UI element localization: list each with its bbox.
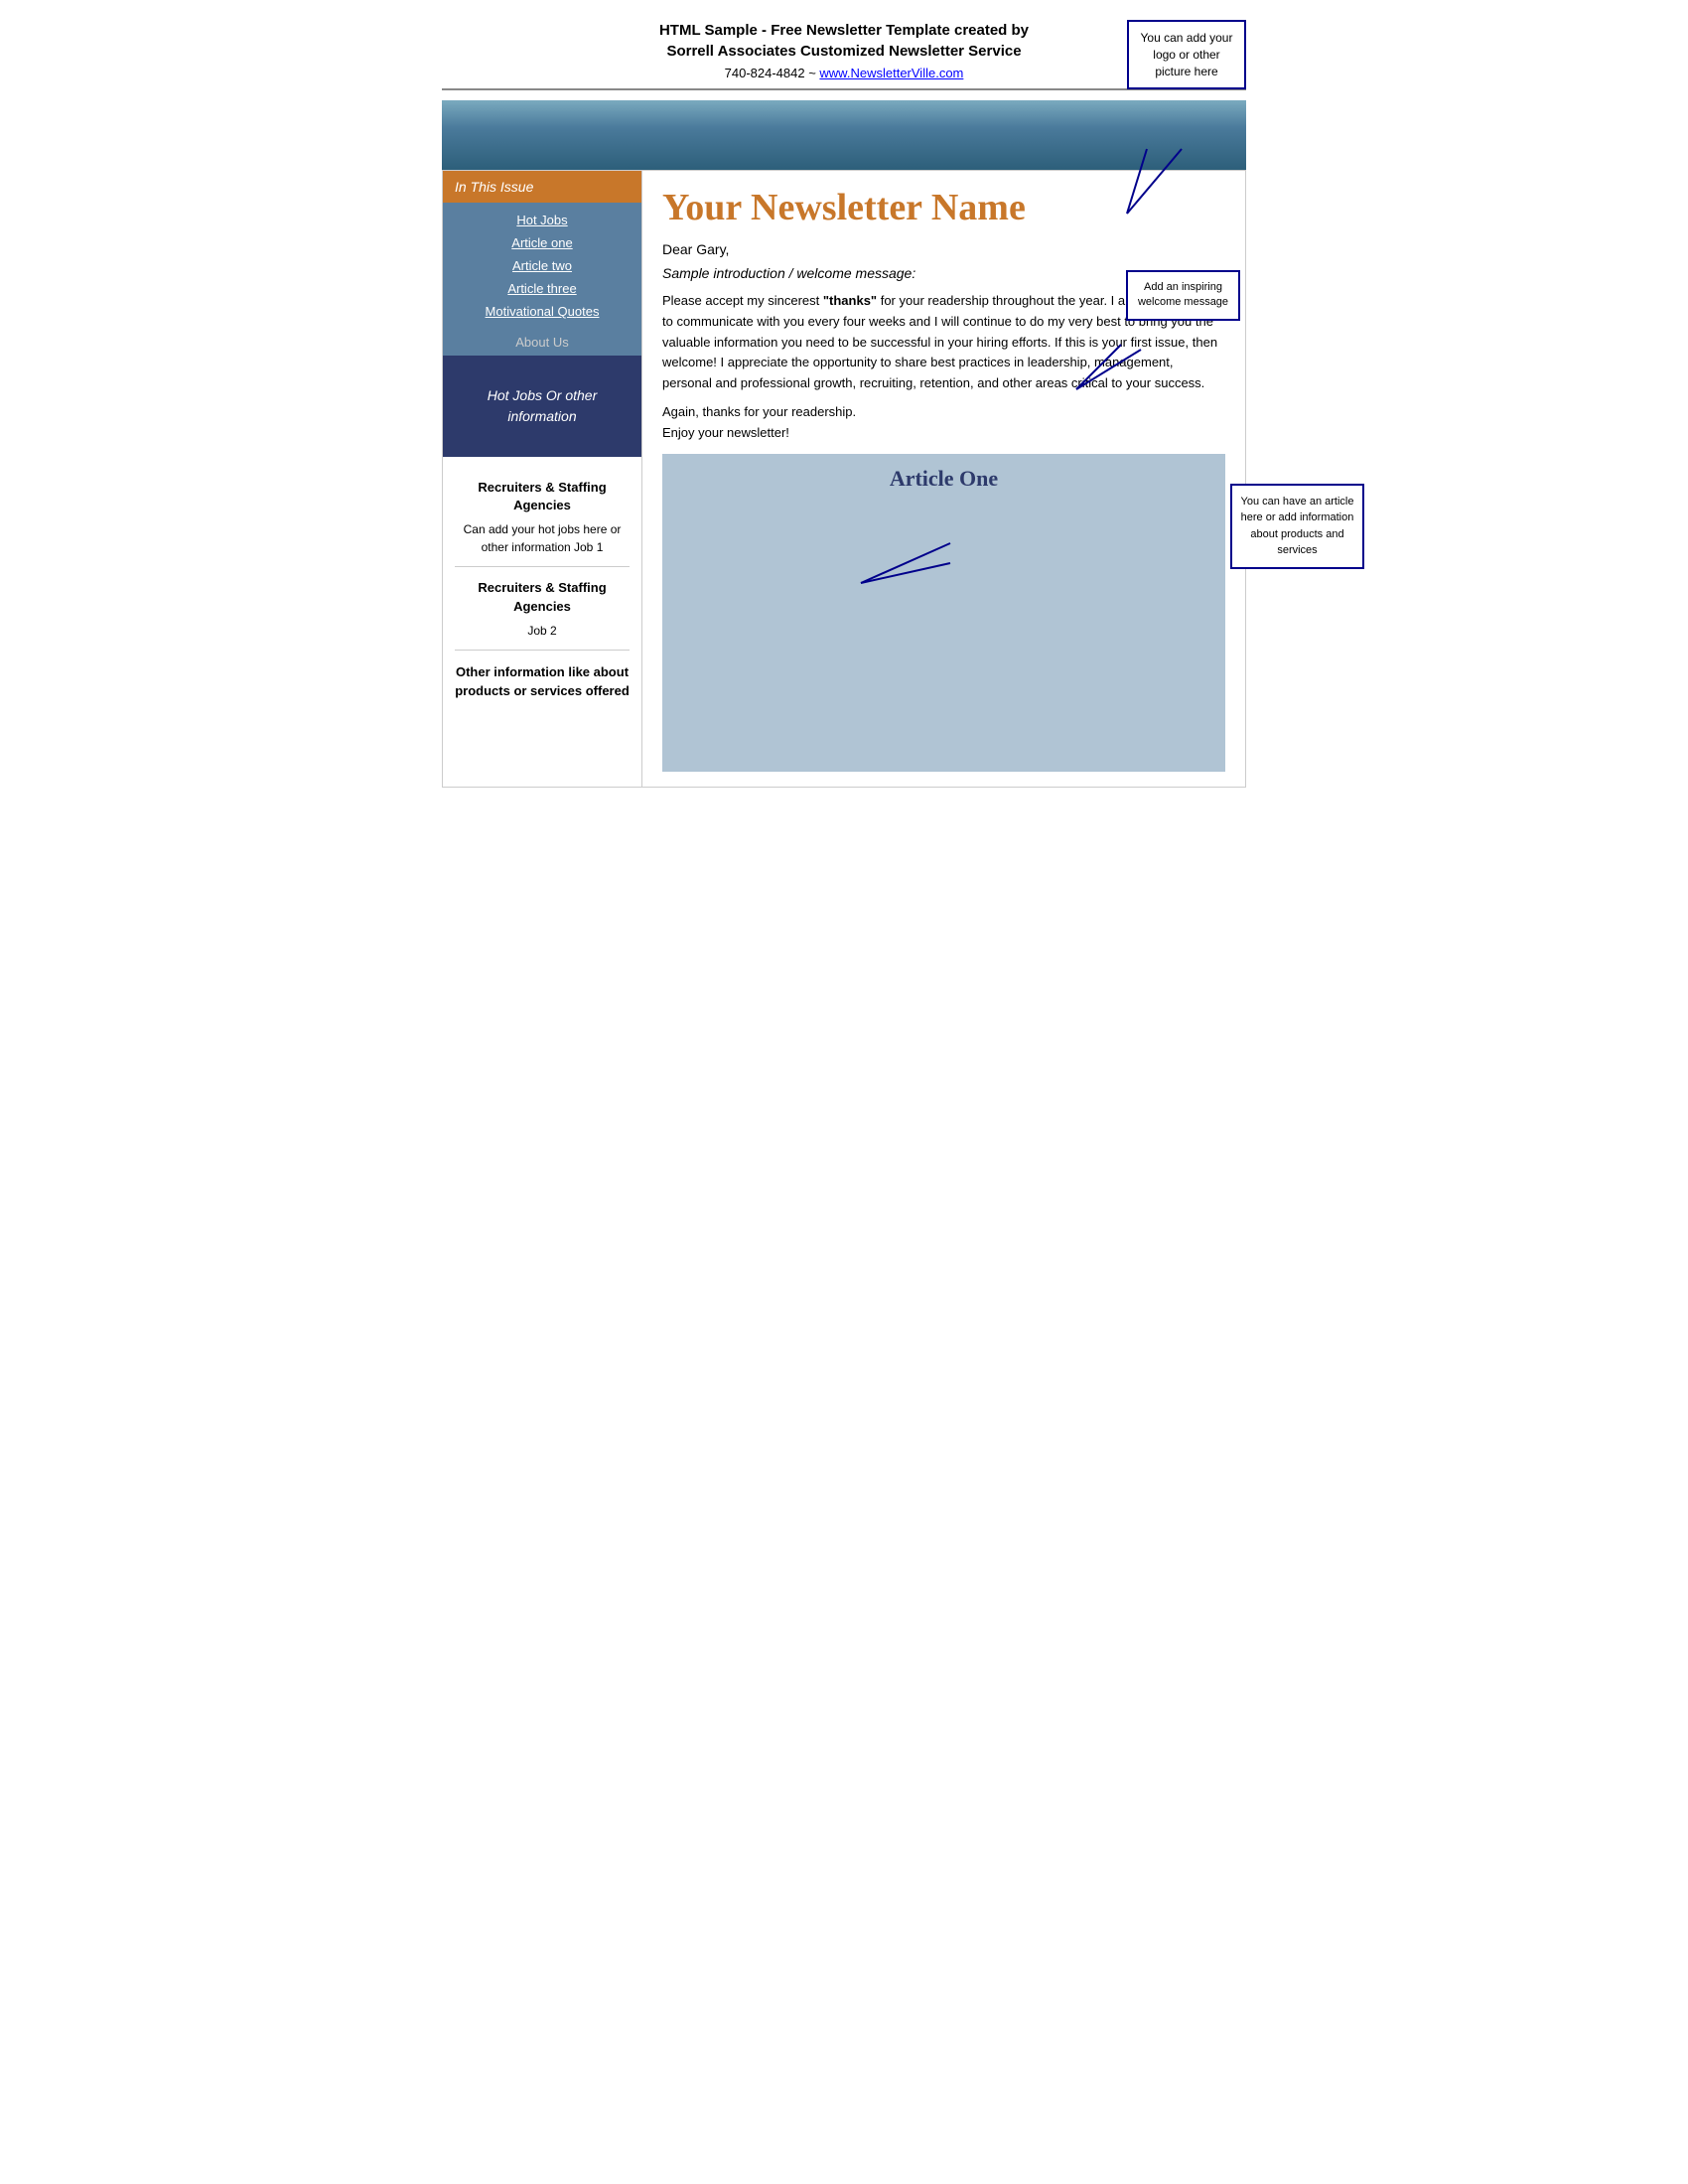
greeting: Dear Gary,: [662, 241, 1225, 257]
header-line1: HTML Sample - Free Newsletter Template c…: [659, 22, 1029, 39]
main-layout: In This Issue Hot Jobs Article one Artic…: [442, 170, 1246, 788]
sidebar-content: Recruiters & Staffing Agencies Can add y…: [443, 457, 641, 723]
thanks-bold: "thanks": [823, 293, 877, 308]
welcome-arrow: [1066, 345, 1146, 394]
welcome-callout-text: Add an inspiring welcome message: [1138, 281, 1228, 308]
article-content-arrow: [841, 533, 960, 593]
article-callout-box: You can have an article here or add info…: [1230, 484, 1364, 569]
main-content-area: Add an inspiring welcome message Your Ne…: [641, 171, 1245, 787]
logo-callout-text: You can add your logo or other picture h…: [1141, 31, 1233, 78]
welcome-callout-box: Add an inspiring welcome message: [1126, 270, 1240, 321]
sidebar-item-motivational-quotes[interactable]: Motivational Quotes: [443, 300, 641, 323]
enjoy-text: Enjoy your newsletter!: [662, 425, 1225, 440]
newsletter-name: Your Newsletter Name: [662, 186, 1225, 229]
sidebar-item-hot-jobs[interactable]: Hot Jobs: [443, 209, 641, 231]
sidebar-item-article-two[interactable]: Article two: [443, 254, 641, 277]
sidebar-other-info: Other information like about products or…: [455, 662, 630, 701]
article-one-title: Article One: [674, 466, 1213, 492]
sidebar-recruiters-1: Recruiters & Staffing Agencies: [455, 479, 630, 514]
sidebar-recruiters-2: Recruiters & Staffing Agencies: [455, 579, 630, 615]
sidebar-divider-1: [455, 566, 630, 567]
sidebar-item-article-three[interactable]: Article three: [443, 277, 641, 300]
header-title: HTML Sample - Free Newsletter Template c…: [442, 20, 1246, 62]
sidebar: In This Issue Hot Jobs Article one Artic…: [443, 171, 641, 787]
article-callout-text: You can have an article here or add info…: [1241, 496, 1354, 557]
sidebar-about-us: About Us: [443, 329, 641, 356]
header-divider: [442, 88, 1246, 90]
header-line2: Sorrell Associates Customized Newsletter…: [666, 43, 1021, 60]
logo-callout-box: You can add your logo or other picture h…: [1127, 20, 1246, 89]
header-contact: 740-824-4842 ~ www.NewsletterVille.com: [442, 66, 1246, 80]
sidebar-jobs-text: Can add your hot jobs here or other info…: [455, 520, 630, 556]
sidebar-divider-2: [455, 650, 630, 651]
article-one-section: Article One You can have an article here…: [662, 454, 1225, 772]
thanks-again-text: Again, thanks for your readership.: [662, 404, 1225, 419]
website-link[interactable]: www.NewsletterVille.com: [819, 66, 963, 80]
sidebar-hot-jobs-section: Hot Jobs Or other information: [443, 356, 641, 457]
sidebar-job2-text: Job 2: [455, 622, 630, 640]
page-header: HTML Sample - Free Newsletter Template c…: [442, 20, 1246, 80]
sidebar-item-article-one[interactable]: Article one: [443, 231, 641, 254]
sidebar-section-header: In This Issue: [443, 171, 641, 203]
header-phone-text: 740-824-4842 ~: [725, 66, 820, 80]
sidebar-nav: Hot Jobs Article one Article two Article…: [443, 203, 641, 329]
